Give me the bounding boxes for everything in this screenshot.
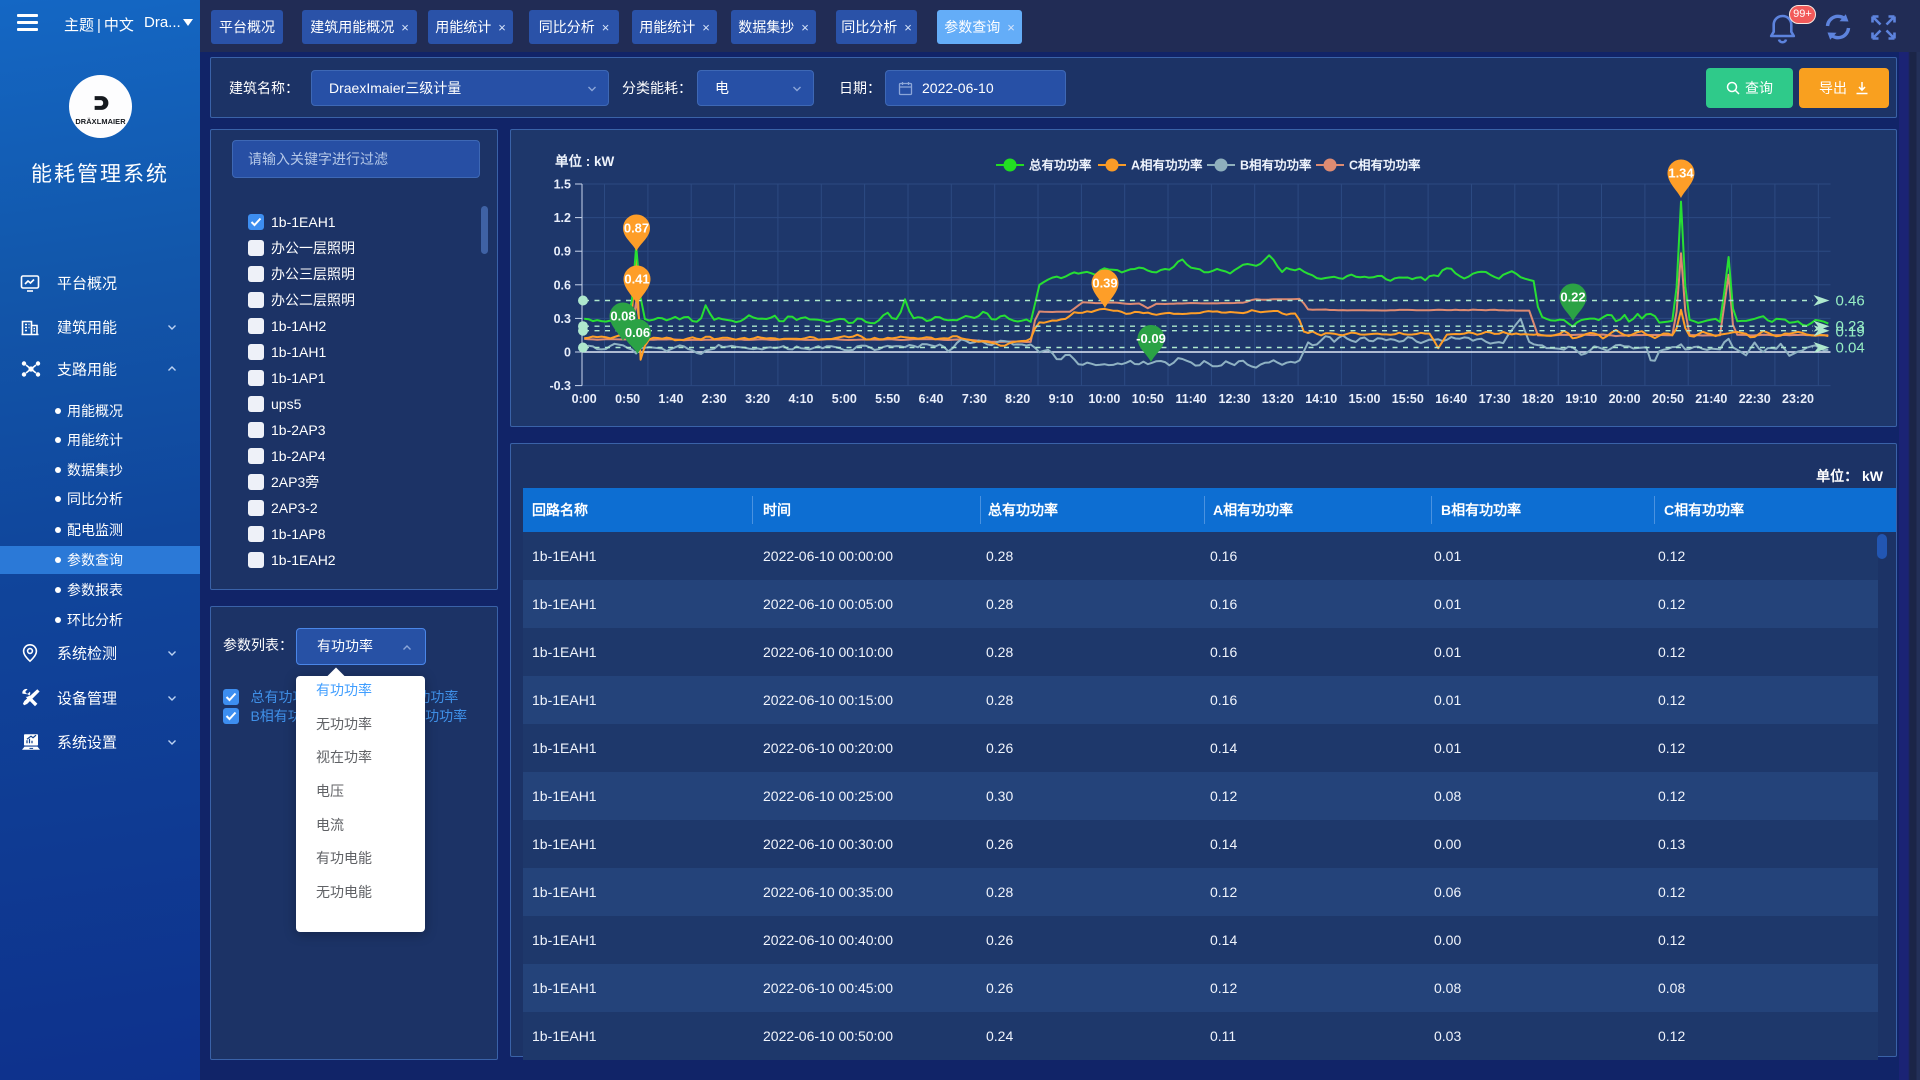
svg-text:15:50: 15:50	[1392, 392, 1424, 406]
svg-text:0.41: 0.41	[624, 272, 649, 287]
svg-text:0: 0	[564, 346, 571, 360]
svg-text:B相有功功率: B相有功功率	[1240, 158, 1312, 173]
svg-text:0.6: 0.6	[554, 278, 571, 292]
svg-text:11:40: 11:40	[1175, 392, 1206, 406]
svg-text:0.04: 0.04	[1836, 340, 1865, 357]
svg-text:15:00: 15:00	[1349, 392, 1381, 406]
svg-text:A相有功功率: A相有功功率	[1131, 158, 1203, 173]
svg-text:-0.09: -0.09	[1136, 331, 1166, 346]
svg-text:0.9: 0.9	[554, 245, 571, 259]
svg-text:6:40: 6:40	[918, 392, 943, 406]
svg-text:0.39: 0.39	[1092, 276, 1117, 291]
svg-text:1.2: 1.2	[554, 211, 571, 225]
svg-text:2:30: 2:30	[702, 392, 727, 406]
svg-text:10:00: 10:00	[1088, 392, 1120, 406]
svg-text:0.06: 0.06	[625, 325, 650, 340]
svg-text:0.87: 0.87	[624, 221, 649, 236]
svg-text:0:00: 0:00	[572, 392, 597, 406]
svg-text:22:30: 22:30	[1739, 392, 1771, 406]
svg-text:3:20: 3:20	[745, 392, 770, 406]
svg-text:8:20: 8:20	[1005, 392, 1030, 406]
svg-text:1.34: 1.34	[1668, 166, 1694, 181]
svg-text:5:00: 5:00	[832, 392, 857, 406]
svg-text:C相有功功率: C相有功功率	[1349, 158, 1421, 173]
svg-text:1:40: 1:40	[658, 392, 683, 406]
svg-text:16:40: 16:40	[1435, 392, 1467, 406]
svg-text:7:30: 7:30	[962, 392, 987, 406]
svg-text:17:30: 17:30	[1479, 392, 1511, 406]
svg-text:14:10: 14:10	[1305, 392, 1337, 406]
svg-text:10:50: 10:50	[1132, 392, 1164, 406]
svg-text:0.46: 0.46	[1836, 293, 1865, 310]
svg-text:单位 : kW: 单位 : kW	[555, 153, 615, 169]
svg-text:13:20: 13:20	[1262, 392, 1294, 406]
svg-text:4:10: 4:10	[788, 392, 813, 406]
svg-text:总有功功率: 总有功功率	[1029, 158, 1092, 173]
svg-text:0.22: 0.22	[1560, 290, 1585, 305]
svg-text:0.3: 0.3	[554, 312, 571, 326]
svg-text:23:20: 23:20	[1782, 392, 1814, 406]
svg-text:1.5: 1.5	[554, 178, 571, 192]
svg-text:12:30: 12:30	[1219, 392, 1251, 406]
svg-text:9:10: 9:10	[1049, 392, 1074, 406]
svg-text:18:20: 18:20	[1522, 392, 1554, 406]
svg-text:0:50: 0:50	[615, 392, 640, 406]
svg-text:5:50: 5:50	[875, 392, 900, 406]
svg-text:21:40: 21:40	[1695, 392, 1727, 406]
svg-text:-0.3: -0.3	[549, 379, 571, 393]
svg-text:0.19: 0.19	[1836, 324, 1865, 341]
svg-text:19:10: 19:10	[1565, 392, 1597, 406]
svg-text:20:50: 20:50	[1652, 392, 1684, 406]
svg-text:20:00: 20:00	[1609, 392, 1641, 406]
